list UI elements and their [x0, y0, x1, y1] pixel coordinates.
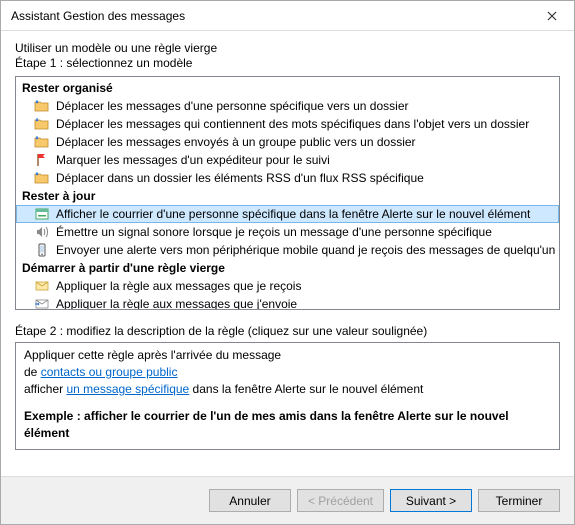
window-title: Assistant Gestion des messages [11, 9, 530, 23]
content-area: Utiliser un modèle ou une règle vierge É… [1, 31, 574, 476]
templates-list[interactable]: Rester organiséDéplacer les messages d'u… [15, 76, 560, 310]
template-item[interactable]: Appliquer la règle aux messages que je r… [16, 277, 559, 295]
step2-label: Étape 2 : modifiez la description de la … [15, 324, 560, 338]
mobile-icon [34, 242, 50, 258]
message-link[interactable]: un message spécifique [66, 382, 189, 396]
template-item-label: Marquer les messages d'un expéditeur pou… [56, 152, 553, 168]
close-icon [547, 11, 557, 21]
template-item[interactable]: Déplacer dans un dossier les éléments RS… [16, 169, 559, 187]
rule-description-box: Appliquer cette règle après l'arrivée du… [15, 342, 560, 450]
finish-button[interactable]: Terminer [478, 489, 560, 512]
desc-line-2: de contacts ou groupe public [24, 364, 551, 381]
folder-move-icon [34, 134, 50, 150]
close-button[interactable] [530, 1, 574, 31]
template-item[interactable]: Déplacer les messages qui contiennent de… [16, 115, 559, 133]
template-item[interactable]: Appliquer la règle aux messages que j'en… [16, 295, 559, 310]
rules-wizard-dialog: Assistant Gestion des messages Utiliser … [0, 0, 575, 525]
template-group-header: Rester à jour [16, 187, 559, 205]
flag-icon [34, 152, 50, 168]
desc-line-2-prefix: de [24, 365, 41, 379]
template-group-header: Démarrer à partir d'une règle vierge [16, 259, 559, 277]
desc-line-3-suffix: dans la fenêtre Alerte sur le nouvel élé… [189, 382, 423, 396]
template-item-label: Déplacer les messages qui contiennent de… [56, 116, 553, 132]
template-item[interactable]: Déplacer les messages envoyés à un group… [16, 133, 559, 151]
desc-line-3: afficher un message spécifique dans la f… [24, 381, 551, 398]
template-item-label: Déplacer dans un dossier les éléments RS… [56, 170, 553, 186]
template-item[interactable]: Envoyer une alerte vers mon périphérique… [16, 241, 559, 259]
template-item[interactable]: Afficher le courrier d'une personne spéc… [16, 205, 559, 223]
template-item-label: Émettre un signal sonore lorsque je reço… [56, 224, 553, 240]
button-bar: Annuler < Précédent Suivant > Terminer [1, 476, 574, 524]
template-item-label: Envoyer une alerte vers mon périphérique… [56, 242, 555, 258]
contacts-link[interactable]: contacts ou groupe public [41, 365, 178, 379]
desc-line-3-prefix: afficher [24, 382, 66, 396]
intro-line-2: Étape 1 : sélectionnez un modèle [15, 56, 560, 70]
titlebar: Assistant Gestion des messages [1, 1, 574, 31]
cancel-button[interactable]: Annuler [209, 489, 291, 512]
template-item[interactable]: Émettre un signal sonore lorsque je reço… [16, 223, 559, 241]
intro-line-1: Utiliser un modèle ou une règle vierge [15, 41, 560, 55]
folder-move-icon [34, 116, 50, 132]
template-item-label: Appliquer la règle aux messages que je r… [56, 278, 553, 294]
sound-icon [34, 224, 50, 240]
back-button[interactable]: < Précédent [297, 489, 384, 512]
folder-move-icon [34, 98, 50, 114]
desc-example: Exemple : afficher le courrier de l'un d… [24, 408, 551, 442]
mail-in-icon [34, 278, 50, 294]
template-item-label: Afficher le courrier d'une personne spéc… [56, 206, 553, 222]
mail-out-icon [34, 296, 50, 310]
template-item-label: Déplacer les messages d'une personne spé… [56, 98, 553, 114]
template-item-label: Déplacer les messages envoyés à un group… [56, 134, 553, 150]
template-item[interactable]: Déplacer les messages d'une personne spé… [16, 97, 559, 115]
template-item-label: Appliquer la règle aux messages que j'en… [56, 296, 553, 310]
alert-window-icon [34, 206, 50, 222]
desc-line-1: Appliquer cette règle après l'arrivée du… [24, 347, 551, 364]
next-button[interactable]: Suivant > [390, 489, 472, 512]
template-group-header: Rester organisé [16, 79, 559, 97]
folder-move-icon [34, 170, 50, 186]
template-item[interactable]: Marquer les messages d'un expéditeur pou… [16, 151, 559, 169]
